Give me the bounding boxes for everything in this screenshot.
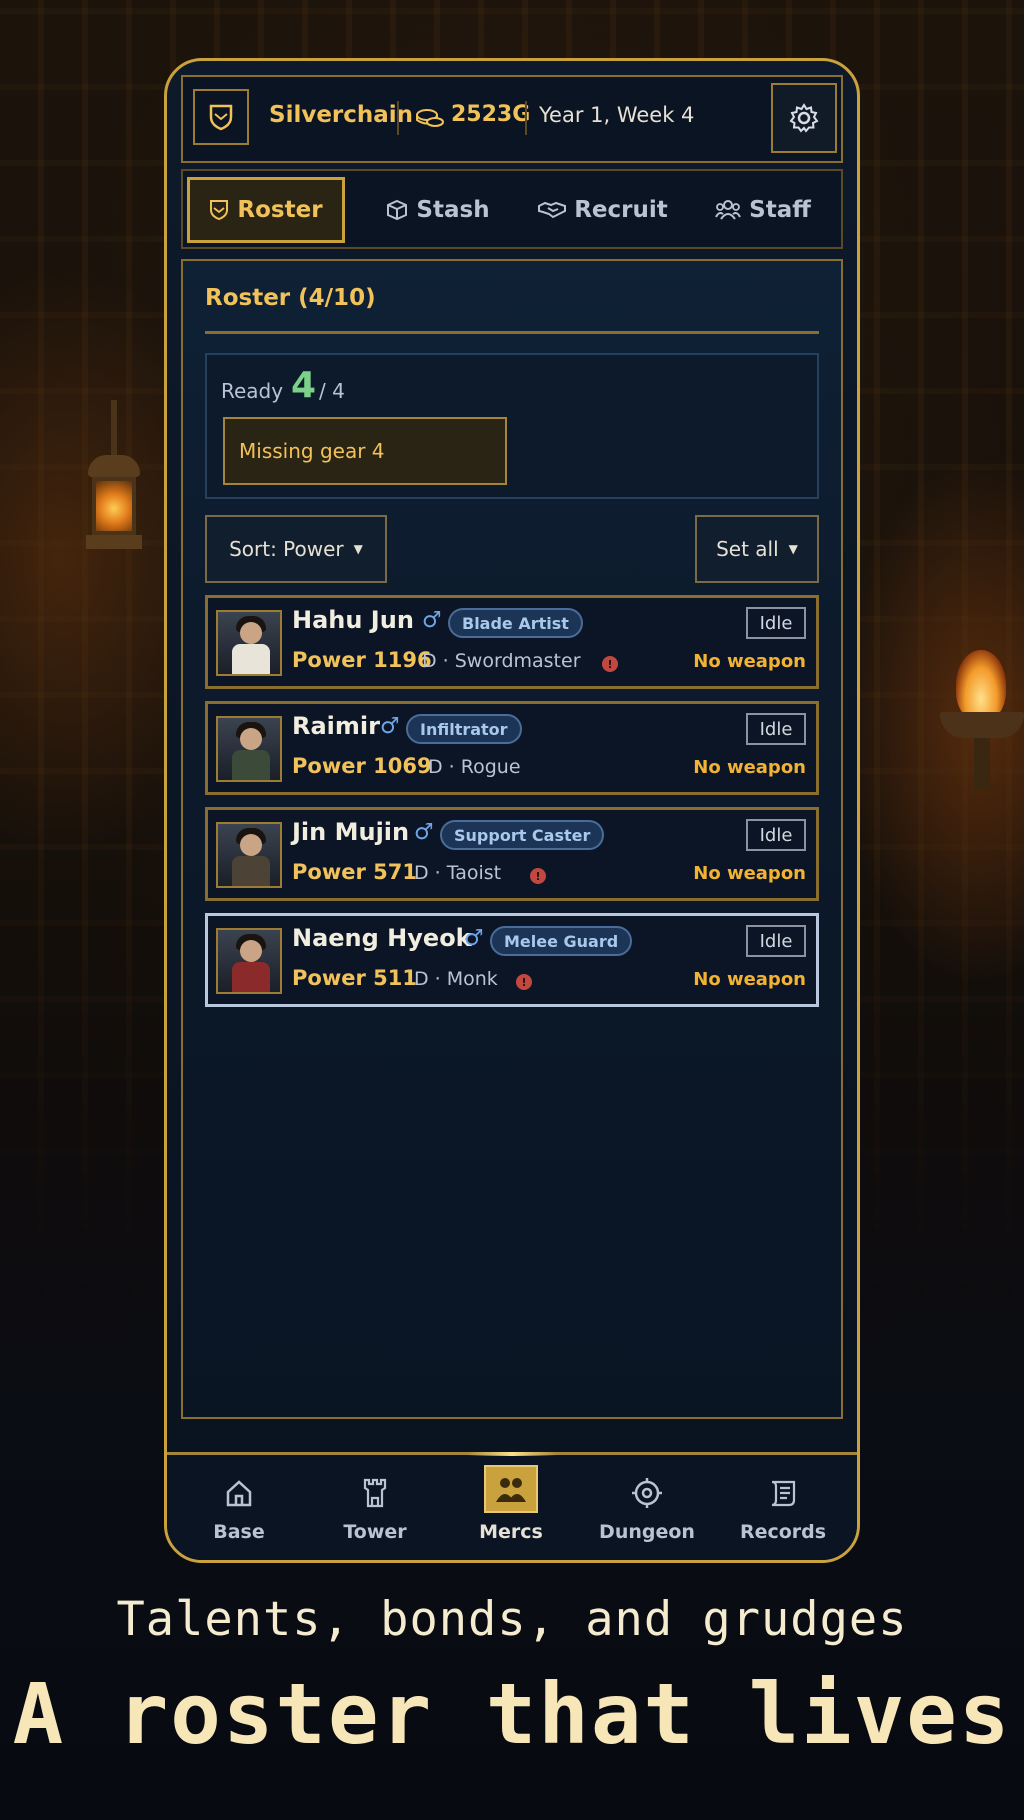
sort-dropdown[interactable]: Sort: Power ▼ bbox=[205, 515, 387, 583]
tab-staff[interactable]: Staff bbox=[693, 177, 833, 243]
tab-label: Staff bbox=[749, 197, 811, 223]
guild-name: Silverchain bbox=[269, 102, 414, 128]
home-icon bbox=[226, 1480, 252, 1507]
merc-row[interactable]: Hahu Jun ♂ Blade Artist Idle Power 1196 … bbox=[205, 595, 819, 689]
class-badge: Blade Artist bbox=[448, 608, 583, 638]
set-all-dropdown[interactable]: Set all ▼ bbox=[695, 515, 819, 583]
nav-tower[interactable]: Tower bbox=[315, 1473, 435, 1543]
roster-panel: Roster (4/10) Ready 4 / 4 Missing gear 4… bbox=[181, 259, 843, 1419]
class-badge: Support Caster bbox=[440, 820, 605, 850]
merc-rank-job: D · Taoist bbox=[414, 862, 502, 884]
bottom-nav: Base Tower Mercs Dungeon Records bbox=[167, 1452, 857, 1560]
divider bbox=[205, 331, 819, 334]
merc-power: Power 571 bbox=[292, 860, 417, 884]
merc-row[interactable]: Raimir ♂ Infiltrator Idle Power 1069 D ·… bbox=[205, 701, 819, 795]
tab-recruit[interactable]: Recruit bbox=[523, 177, 683, 243]
merc-name: Hahu Jun bbox=[292, 606, 414, 634]
torch-decoration bbox=[940, 650, 1024, 790]
nav-label: Base bbox=[213, 1521, 265, 1543]
tab-stash[interactable]: Stash bbox=[363, 177, 513, 243]
ready-summary: Ready 4 / 4 Missing gear 4 bbox=[205, 353, 819, 499]
nav-base[interactable]: Base bbox=[179, 1473, 299, 1543]
warning-icon: ! bbox=[530, 868, 546, 884]
phone-frame: Silverchain 2523G Year 1, Week 4 Roster bbox=[164, 58, 860, 1563]
nav-label: Dungeon bbox=[599, 1521, 695, 1543]
handshake-icon bbox=[538, 201, 567, 219]
roster-title: Roster (4/10) bbox=[205, 285, 376, 311]
merc-portrait bbox=[216, 822, 282, 888]
people-icon bbox=[715, 200, 742, 220]
top-bar: Silverchain 2523G Year 1, Week 4 bbox=[181, 75, 843, 163]
tab-label: Roster bbox=[237, 197, 323, 223]
male-icon: ♂ bbox=[380, 714, 400, 739]
promo-headline: A roster that lives bbox=[12, 1665, 1012, 1763]
mercs-icon bbox=[496, 1478, 526, 1502]
shield-icon bbox=[210, 200, 229, 221]
merc-row[interactable]: Jin Mujin ♂ Support Caster Idle Power 57… bbox=[205, 807, 819, 901]
divider bbox=[397, 101, 399, 135]
class-badge: Infiltrator bbox=[406, 714, 522, 744]
caret-down-icon: ▼ bbox=[353, 542, 363, 556]
gold-amount: 2523G bbox=[451, 102, 531, 127]
warning-icon: ! bbox=[602, 656, 618, 672]
nav-records[interactable]: Records bbox=[723, 1473, 843, 1543]
status-badge: Idle bbox=[746, 819, 806, 851]
caret-down-icon: ▼ bbox=[788, 542, 798, 556]
ready-count: 4 bbox=[291, 365, 317, 406]
ready-total: / 4 bbox=[319, 379, 345, 403]
scroll-icon bbox=[771, 1480, 796, 1507]
merc-name: Raimir bbox=[292, 712, 380, 740]
missing-gear-button[interactable]: Missing gear 4 bbox=[223, 417, 507, 485]
tab-label: Stash bbox=[416, 197, 490, 223]
nav-mercs[interactable]: Mercs bbox=[451, 1465, 571, 1543]
section-tabs: Roster Stash Recruit Staff bbox=[181, 169, 843, 249]
status-badge: Idle bbox=[746, 925, 806, 957]
tab-label: Recruit bbox=[574, 197, 668, 223]
male-icon: ♂ bbox=[422, 608, 442, 633]
tower-icon bbox=[363, 1478, 387, 1508]
merc-portrait bbox=[216, 716, 282, 782]
game-date: Year 1, Week 4 bbox=[539, 103, 695, 127]
tab-roster[interactable]: Roster bbox=[187, 177, 345, 243]
male-icon: ♂ bbox=[414, 820, 434, 845]
nav-label: Tower bbox=[343, 1521, 407, 1543]
weapon-status: No weapon bbox=[693, 969, 806, 990]
promo-tagline: Talents, bonds, and grudges bbox=[116, 1592, 908, 1647]
weapon-status: No weapon bbox=[693, 651, 806, 672]
divider bbox=[525, 101, 527, 135]
merc-portrait bbox=[216, 928, 282, 994]
merc-rank-job: D · Monk bbox=[414, 968, 498, 990]
ready-label: Ready bbox=[221, 379, 284, 403]
merc-name: Naeng Hyeok bbox=[292, 924, 472, 952]
lantern-decoration bbox=[78, 400, 150, 570]
weapon-status: No weapon bbox=[693, 757, 806, 778]
warning-icon: ! bbox=[516, 974, 532, 990]
merc-rank-job: D · Swordmaster bbox=[422, 650, 581, 672]
merc-power: Power 511 bbox=[292, 966, 417, 990]
guild-emblem[interactable] bbox=[193, 89, 249, 145]
nav-dungeon[interactable]: Dungeon bbox=[587, 1473, 707, 1543]
merc-rank-job: D · Rogue bbox=[428, 756, 521, 778]
merc-row[interactable]: Naeng Hyeok ♂ Melee Guard Idle Power 511… bbox=[205, 913, 819, 1007]
merc-power: Power 1069 bbox=[292, 754, 432, 778]
status-badge: Idle bbox=[746, 713, 806, 745]
merc-name: Jin Mujin bbox=[292, 818, 410, 846]
nav-label: Records bbox=[739, 1521, 827, 1543]
shield-icon bbox=[209, 104, 233, 131]
sort-label: Sort: Power bbox=[229, 537, 344, 561]
male-icon: ♂ bbox=[464, 926, 484, 951]
nav-label: Mercs bbox=[479, 1521, 543, 1543]
merc-portrait bbox=[216, 610, 282, 676]
target-icon bbox=[632, 1478, 662, 1508]
box-icon bbox=[387, 199, 408, 221]
status-badge: Idle bbox=[746, 607, 806, 639]
settings-button[interactable] bbox=[771, 83, 837, 153]
gear-icon bbox=[789, 103, 819, 133]
merc-power: Power 1196 bbox=[292, 648, 432, 672]
coin-icon bbox=[416, 109, 444, 127]
active-glow bbox=[467, 1452, 557, 1456]
set-all-label: Set all bbox=[716, 537, 779, 561]
class-badge: Melee Guard bbox=[490, 926, 633, 956]
weapon-status: No weapon bbox=[693, 863, 806, 884]
